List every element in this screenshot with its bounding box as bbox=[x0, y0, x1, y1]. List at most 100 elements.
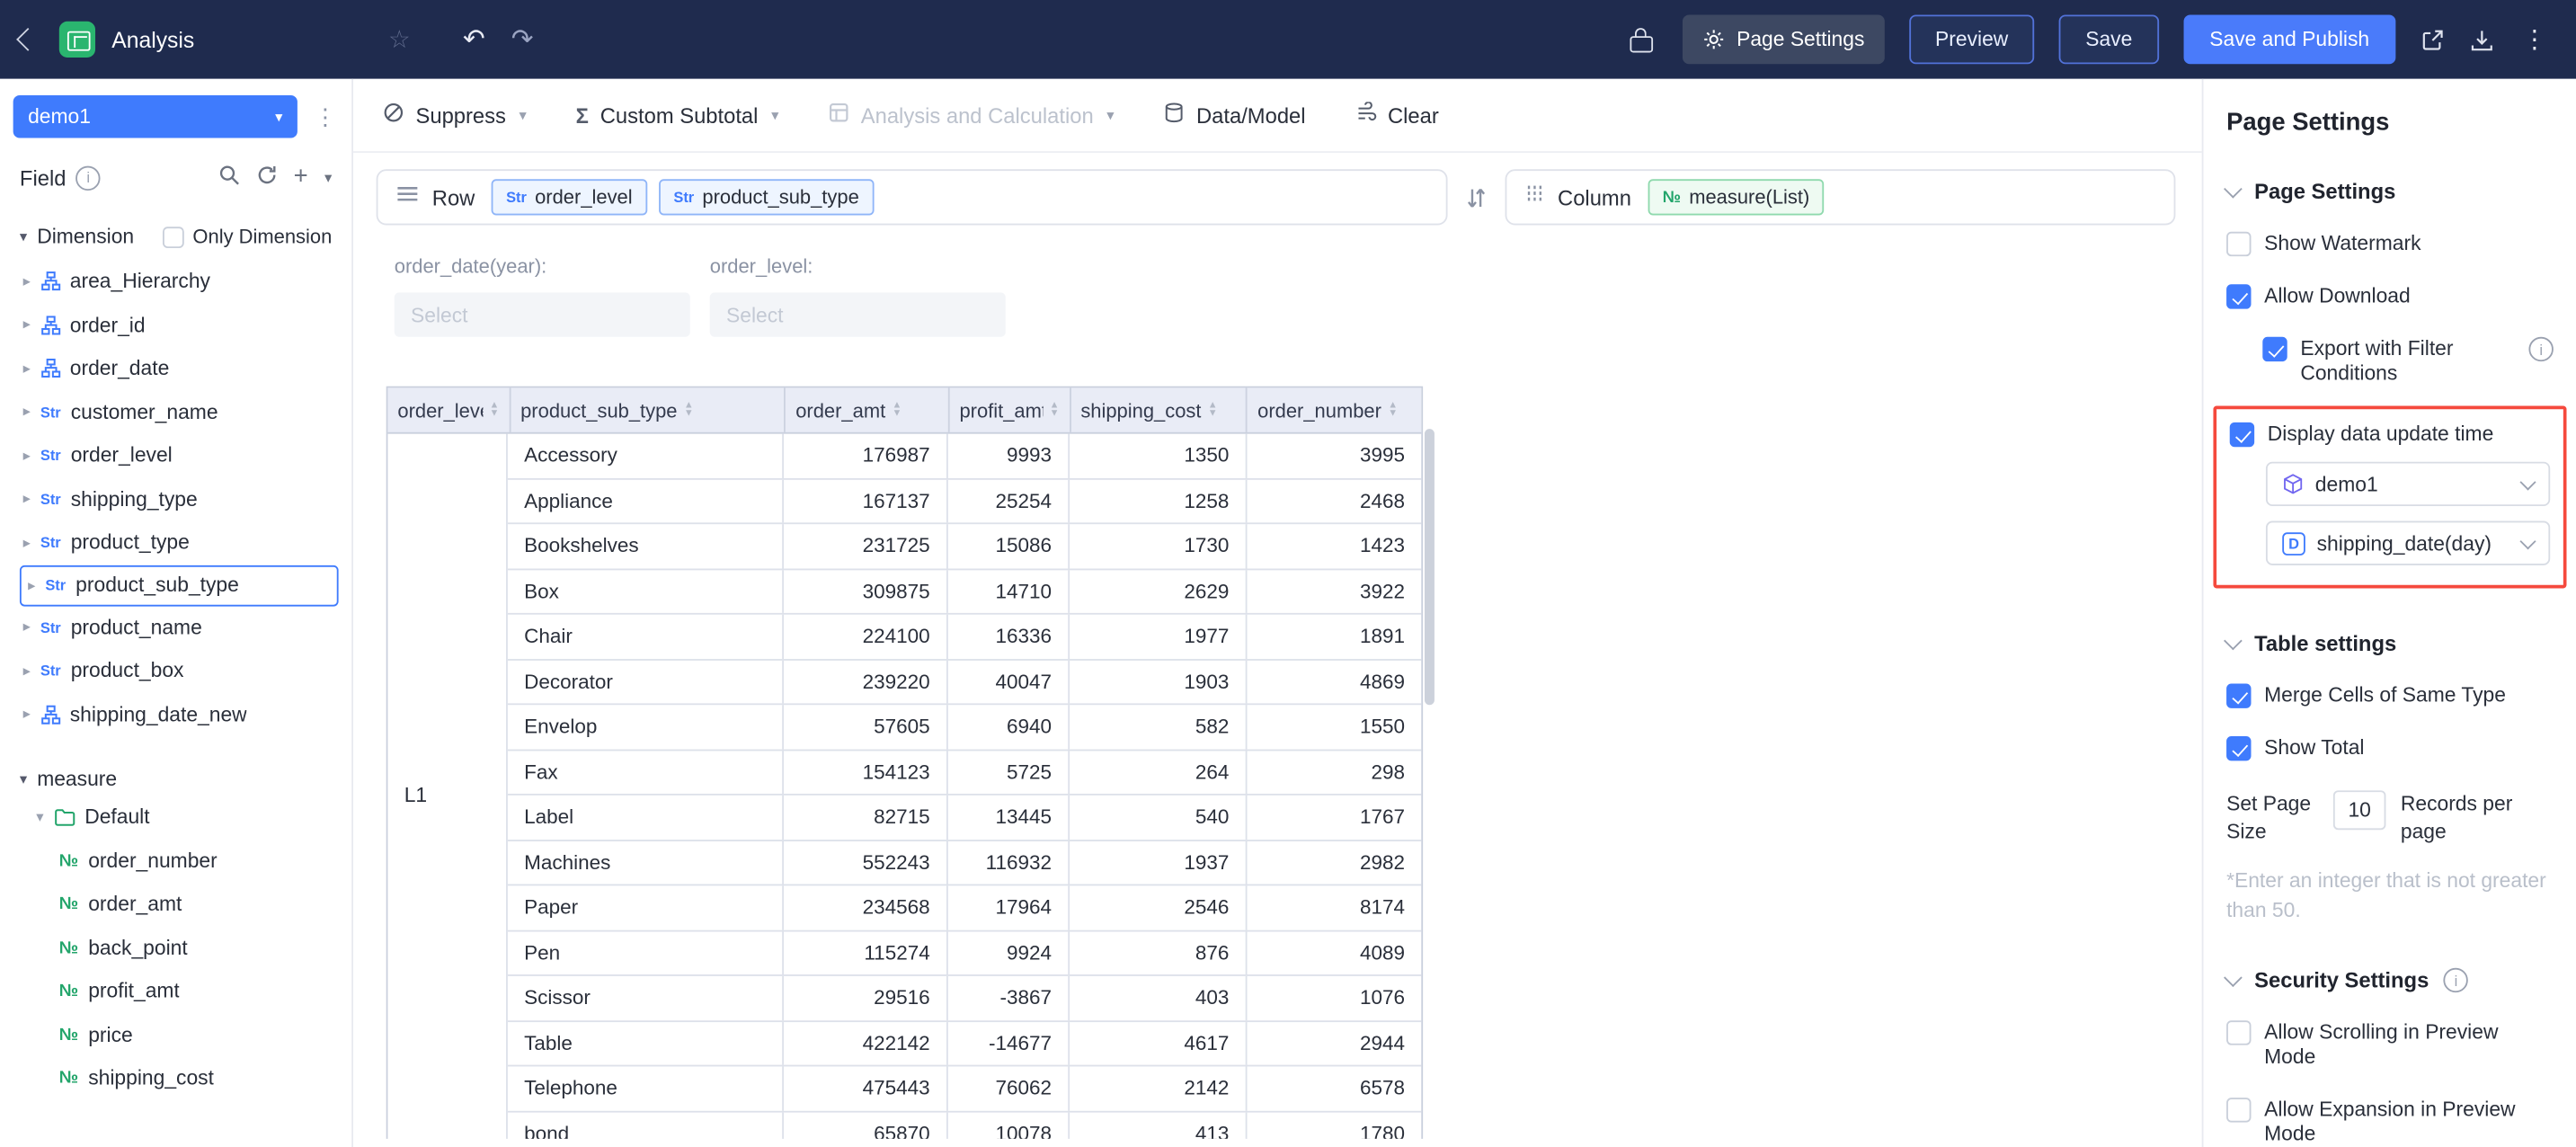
dimension-item-order_id[interactable]: ▸order_id bbox=[0, 303, 351, 346]
measure-item-back_point[interactable]: №back_point bbox=[0, 926, 351, 969]
setting-row[interactable]: Allow Download bbox=[2226, 284, 2554, 308]
table-row[interactable]: Accessory176987999313503995 bbox=[508, 434, 1421, 479]
dataset-menu-icon[interactable]: ⋮ bbox=[309, 102, 342, 130]
column-header-product_sub_type[interactable]: product_sub_type▲▼ bbox=[511, 387, 786, 431]
table-row[interactable]: Appliance1671372525412582468 bbox=[508, 479, 1421, 524]
add-field-icon[interactable]: + bbox=[294, 169, 308, 185]
checkbox[interactable] bbox=[2226, 1020, 2251, 1045]
table-row[interactable]: Fax1541235725264298 bbox=[508, 751, 1421, 796]
checkbox[interactable] bbox=[2230, 422, 2254, 447]
expand-caret-icon[interactable]: ▸ bbox=[23, 360, 31, 378]
save-and-publish-button[interactable]: Save and Publish bbox=[2183, 14, 2395, 64]
analysis-and-calculation-button[interactable]: Analysis and Calculation ▾ bbox=[828, 102, 1114, 128]
dimension-item-shipping_date_new[interactable]: ▸shipping_date_new bbox=[0, 693, 351, 736]
more-menu-icon[interactable]: ⋮ bbox=[2518, 24, 2550, 54]
checkbox[interactable] bbox=[2226, 1098, 2251, 1122]
search-icon[interactable] bbox=[218, 164, 240, 191]
swap-rows-columns-icon[interactable] bbox=[1466, 185, 1488, 209]
preview-button[interactable]: Preview bbox=[1909, 14, 2035, 64]
measure-item-price[interactable]: №price bbox=[0, 1013, 351, 1056]
section-page-settings[interactable]: Page Settings bbox=[2226, 179, 2554, 203]
undo-icon[interactable]: ↶ bbox=[463, 23, 485, 57]
table-row[interactable]: Decorator2392204004719034869 bbox=[508, 660, 1421, 705]
refresh-icon[interactable] bbox=[256, 164, 278, 191]
field-filter-caret-icon[interactable]: ▾ bbox=[324, 168, 332, 186]
lock-icon[interactable] bbox=[1625, 18, 1658, 61]
setting-row[interactable]: Display data update time bbox=[2230, 422, 2550, 447]
expand-caret-icon[interactable]: ▸ bbox=[28, 576, 35, 594]
dimension-section-header[interactable]: ▾ Dimension Only Dimension bbox=[0, 220, 351, 253]
back-button[interactable] bbox=[16, 28, 40, 51]
setting-row[interactable]: Allow Scrolling in Preview Mode bbox=[2226, 1020, 2554, 1070]
dimension-item-order_date[interactable]: ▸order_date bbox=[0, 347, 351, 390]
dimension-item-product_type[interactable]: ▸Strproduct_type bbox=[0, 521, 351, 565]
setting-row[interactable]: Merge Cells of Same Type bbox=[2226, 683, 2554, 707]
dataset-select[interactable]: demo1 bbox=[2266, 462, 2550, 506]
only-dimension-checkbox[interactable] bbox=[164, 226, 185, 247]
collapse-caret-icon[interactable]: ▾ bbox=[20, 769, 27, 787]
measure-section-header[interactable]: ▾ measure bbox=[0, 762, 351, 796]
shelf-chip-measure(List)[interactable]: №measure(List) bbox=[1648, 179, 1825, 215]
table-row[interactable]: Scissor29516-38674031076 bbox=[508, 976, 1421, 1021]
sort-icon[interactable]: ▲▼ bbox=[893, 402, 902, 418]
shelf-chip-order_level[interactable]: Strorder_level bbox=[492, 179, 647, 215]
data-model-button[interactable]: Data/Model bbox=[1163, 102, 1305, 128]
sort-icon[interactable]: ▲▼ bbox=[1208, 402, 1218, 418]
checkbox[interactable] bbox=[2226, 736, 2251, 760]
filter-select[interactable]: Select bbox=[710, 292, 1006, 336]
expand-caret-icon[interactable]: ▸ bbox=[23, 490, 31, 508]
date-field-select[interactable]: D shipping_date(day) bbox=[2266, 521, 2550, 565]
sort-icon[interactable]: ▲▼ bbox=[489, 402, 499, 418]
table-row[interactable]: bond65870100784131780 bbox=[508, 1112, 1421, 1139]
favorite-star-icon[interactable]: ☆ bbox=[388, 24, 411, 54]
expand-caret-icon[interactable]: ▸ bbox=[23, 534, 31, 552]
page-size-input[interactable]: 10 bbox=[2333, 790, 2385, 830]
expand-caret-icon[interactable]: ▸ bbox=[23, 272, 31, 290]
expand-caret-icon[interactable]: ▸ bbox=[23, 706, 31, 724]
measure-item-shipping_cost[interactable]: №shipping_cost bbox=[0, 1056, 351, 1099]
table-row[interactable]: Chair2241001633619771891 bbox=[508, 615, 1421, 660]
sort-icon[interactable]: ▲▼ bbox=[1050, 402, 1060, 418]
table-row[interactable]: Table422142-1467746172944 bbox=[508, 1021, 1421, 1066]
checkbox[interactable] bbox=[2226, 284, 2251, 308]
dimension-item-customer_name[interactable]: ▸Strcustomer_name bbox=[0, 390, 351, 433]
share-icon[interactable] bbox=[2421, 27, 2445, 51]
column-header-order_level[interactable]: order_level▲▼ bbox=[387, 387, 511, 431]
dimension-item-product_box[interactable]: ▸Strproduct_box bbox=[0, 649, 351, 692]
checkbox[interactable] bbox=[2226, 683, 2251, 707]
shelf-chip-product_sub_type[interactable]: Strproduct_sub_type bbox=[659, 179, 874, 215]
suppress-button[interactable]: Suppress ▾ bbox=[383, 102, 527, 128]
measure-item-profit_amt[interactable]: №profit_amt bbox=[0, 970, 351, 1013]
table-row[interactable]: Envelop5760569405821550 bbox=[508, 705, 1421, 750]
setting-row[interactable]: Show Total bbox=[2226, 736, 2554, 760]
collapse-caret-icon[interactable]: ▾ bbox=[20, 227, 27, 245]
table-row[interactable]: Label82715134455401767 bbox=[508, 796, 1421, 840]
collapse-caret-icon[interactable]: ▾ bbox=[36, 808, 43, 826]
measure-folder-default[interactable]: ▾ Default bbox=[0, 796, 351, 839]
table-row[interactable]: Machines55224311693219372982 bbox=[508, 840, 1421, 885]
measure-item-order_number[interactable]: №order_number bbox=[0, 839, 351, 882]
checkbox[interactable] bbox=[2226, 232, 2251, 256]
column-header-order_number[interactable]: order_number▲▼ bbox=[1248, 387, 1421, 431]
save-button[interactable]: Save bbox=[2059, 14, 2159, 64]
custom-subtotal-button[interactable]: Σ Custom Subtotal ▾ bbox=[576, 102, 779, 127]
column-shelf[interactable]: Column №measure(List) bbox=[1506, 169, 2176, 225]
column-header-order_amt[interactable]: order_amt▲▼ bbox=[786, 387, 949, 431]
expand-caret-icon[interactable]: ▸ bbox=[23, 662, 31, 680]
column-header-shipping_cost[interactable]: shipping_cost▲▼ bbox=[1070, 387, 1248, 431]
clear-button[interactable]: Clear bbox=[1355, 102, 1438, 128]
expand-caret-icon[interactable]: ▸ bbox=[23, 618, 31, 636]
only-dimension-toggle[interactable]: Only Dimension bbox=[164, 225, 333, 248]
dimension-item-shipping_type[interactable]: ▸Strshipping_type bbox=[0, 477, 351, 520]
filter-select[interactable]: Select bbox=[395, 292, 690, 336]
redo-icon[interactable]: ↷ bbox=[511, 23, 534, 57]
section-table-settings[interactable]: Table settings bbox=[2226, 631, 2554, 655]
setting-row[interactable]: Allow Expansion in Preview Mode bbox=[2226, 1098, 2554, 1147]
dimension-item-area_Hierarchy[interactable]: ▸area_Hierarchy bbox=[0, 260, 351, 303]
table-row[interactable]: Box3098751471026293922 bbox=[508, 569, 1421, 614]
sort-icon[interactable]: ▲▼ bbox=[1388, 402, 1398, 418]
dimension-item-product_sub_type[interactable]: ▸Strproduct_sub_type bbox=[20, 565, 339, 606]
row-shelf[interactable]: Row Strorder_levelStrproduct_sub_type bbox=[377, 169, 1448, 225]
expand-caret-icon[interactable]: ▸ bbox=[23, 403, 31, 421]
dimension-item-order_level[interactable]: ▸Strorder_level bbox=[0, 434, 351, 477]
